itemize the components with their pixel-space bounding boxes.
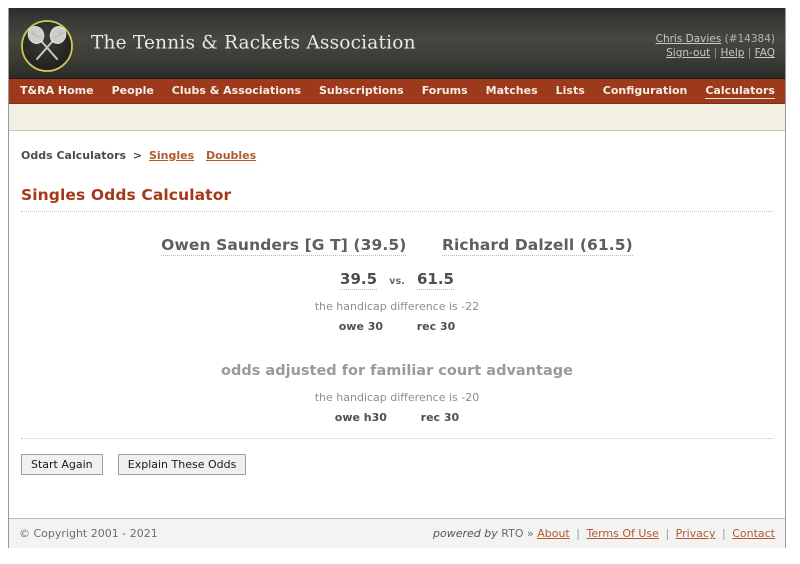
nav-item-configuration[interactable]: Configuration [603, 84, 688, 98]
breadcrumb: Odds Calculators > Singles Doubles [21, 131, 773, 162]
user-sep-1: | [713, 47, 718, 59]
breadcrumb-link-doubles[interactable]: Doubles [206, 149, 256, 162]
footer-link-contact[interactable]: Contact [732, 527, 775, 540]
nav-item-people[interactable]: People [112, 84, 154, 98]
page-footer: © Copyright 2001 - 2021 powered by RTO »… [9, 518, 785, 548]
faq-link[interactable]: FAQ [755, 47, 775, 59]
owe-rec-row: owe 30 rec 30 [21, 320, 773, 333]
nav-item-calculators[interactable]: Calculators [705, 84, 775, 99]
nav-item-tra-home[interactable]: T&RA Home [20, 84, 94, 98]
nav-item-matches[interactable]: Matches [486, 84, 538, 98]
vs-label: vs. [389, 276, 405, 287]
nav-item-forums[interactable]: Forums [422, 84, 468, 98]
main-content: Odds Calculators > Singles Doubles Singl… [9, 131, 785, 518]
help-link[interactable]: Help [720, 47, 744, 59]
adjusted-owe-value: owe h30 [334, 411, 387, 424]
site-title: The Tennis & Rackets Association [91, 32, 416, 54]
nav-item-clubs-associations[interactable]: Clubs & Associations [172, 84, 301, 98]
main-navigation: T&RA Home People Clubs & Associations Su… [9, 79, 785, 104]
rto-label: RTO » [501, 527, 534, 540]
user-profile-link[interactable]: Chris Davies [656, 33, 722, 45]
odds-results: Owen Saunders [G T] (39.5) Richard Dalze… [21, 236, 773, 424]
player-right-name[interactable]: Richard Dalzell (61.5) [441, 236, 633, 256]
player-left-name[interactable]: Owen Saunders [G T] (39.5) [161, 236, 407, 256]
action-buttons: Start Again Explain These Odds [21, 453, 773, 475]
masthead: The Tennis & Rackets Association Chris D… [9, 8, 785, 79]
breadcrumb-separator: > [132, 149, 143, 162]
nav-item-subscriptions[interactable]: Subscriptions [319, 84, 404, 98]
handicap-difference-text: the handicap difference is -22 [314, 300, 480, 313]
nav-item-lists[interactable]: Lists [556, 84, 585, 98]
user-id: (#14384) [724, 33, 775, 45]
page-title: Singles Odds Calculator [21, 186, 232, 204]
player-names-row: Owen Saunders [G T] (39.5) Richard Dalze… [21, 236, 773, 256]
rec-value: rec 30 [416, 320, 456, 333]
breadcrumb-root: Odds Calculators [21, 149, 127, 162]
adjusted-handicap-difference-text: the handicap difference is -20 [314, 391, 480, 404]
footer-sep-3: | [721, 527, 726, 540]
footer-link-about[interactable]: About [537, 527, 570, 540]
score-left[interactable]: 39.5 [340, 270, 378, 290]
score-right[interactable]: 61.5 [416, 270, 454, 290]
start-again-button[interactable]: Start Again [21, 454, 103, 475]
user-account-box: Chris Davies (#14384) Sign-out | Help | … [656, 32, 775, 60]
explain-these-odds-button[interactable]: Explain These Odds [117, 454, 247, 475]
adjusted-rec-value: rec 30 [420, 411, 460, 424]
handicap-scores-row: 39.5 vs. 61.5 [21, 270, 773, 290]
footer-link-terms-of-use[interactable]: Terms Of Use [586, 527, 658, 540]
page-container: The Tennis & Rackets Association Chris D… [8, 8, 786, 548]
actions-divider [21, 438, 773, 439]
footer-sep-2: | [665, 527, 670, 540]
breadcrumb-link-singles[interactable]: Singles [149, 149, 194, 162]
adjusted-owe-rec-row: owe h30 rec 30 [21, 411, 773, 424]
footer-link-privacy[interactable]: Privacy [676, 527, 716, 540]
user-sep-2: | [747, 47, 752, 59]
sign-out-link[interactable]: Sign-out [666, 47, 710, 59]
sub-nav-band [9, 104, 785, 131]
title-divider [21, 211, 773, 212]
copyright-text: © Copyright 2001 - 2021 [19, 527, 158, 540]
powered-by-label: powered by [433, 527, 498, 540]
crossed-rackets-logo[interactable] [15, 19, 79, 73]
footer-sep-1: | [576, 527, 580, 540]
adjusted-odds-heading: odds adjusted for familiar court advanta… [221, 363, 573, 379]
owe-value: owe 30 [338, 320, 384, 333]
footer-links: powered by RTO » About | Terms Of Use | … [433, 527, 775, 540]
